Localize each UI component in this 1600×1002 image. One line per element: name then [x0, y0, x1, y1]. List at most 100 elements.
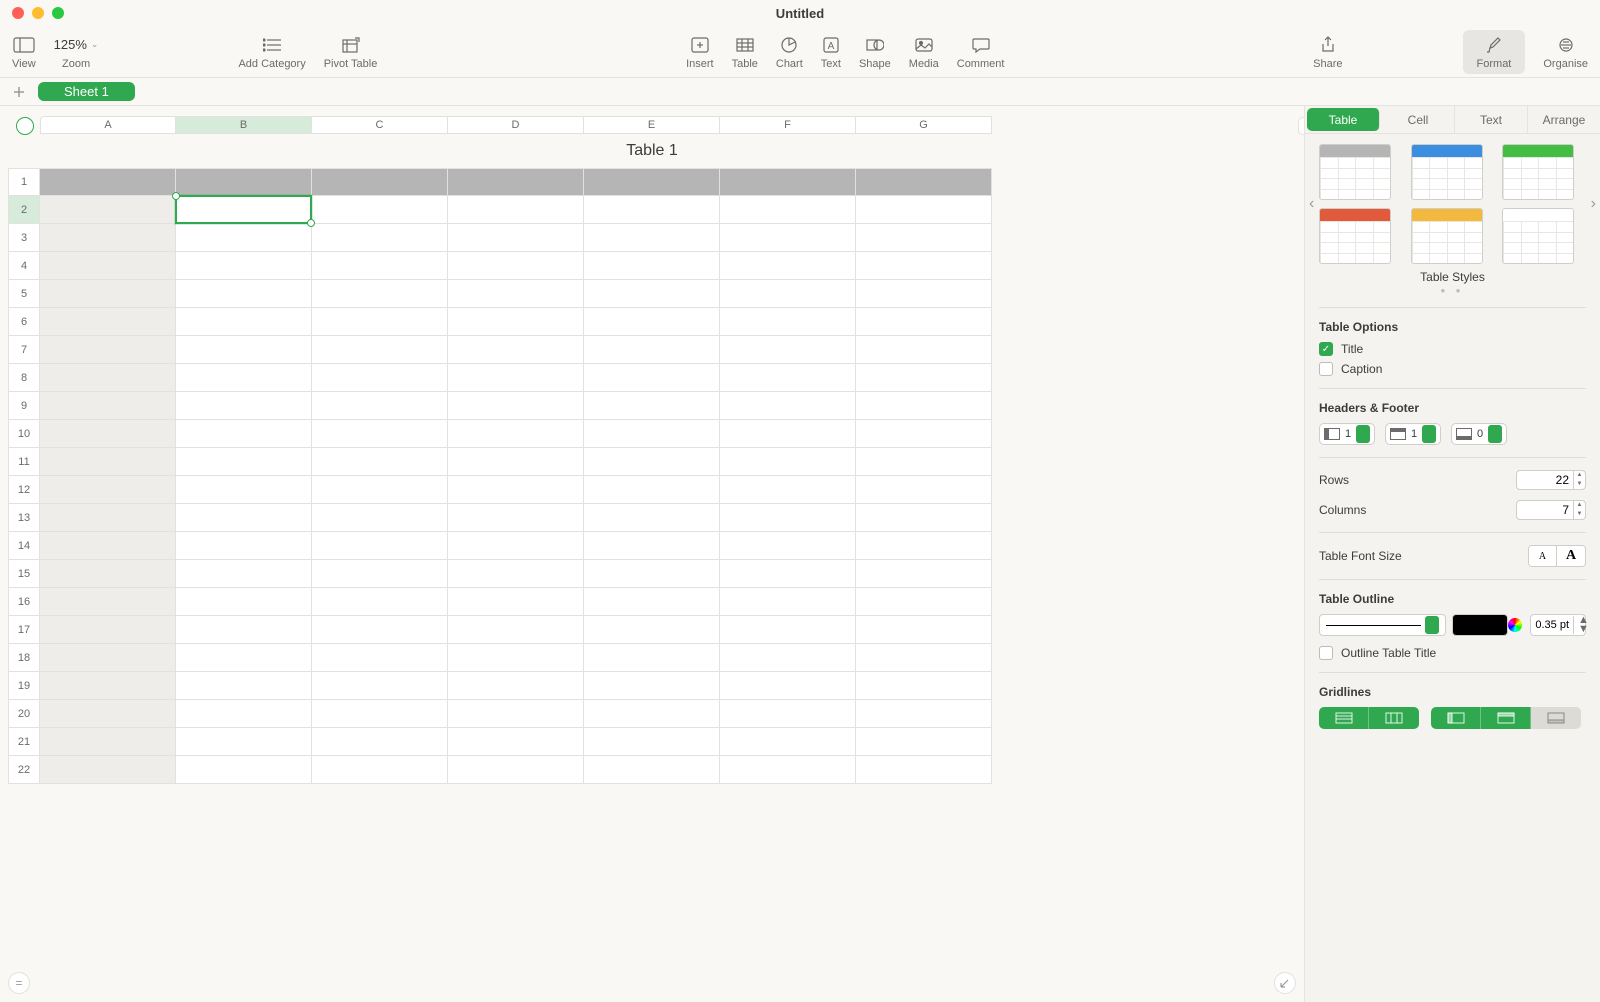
cell[interactable]	[176, 672, 312, 700]
cell[interactable]	[448, 420, 584, 448]
row-header-8[interactable]: 8	[8, 364, 40, 392]
title-checkbox[interactable]: ✓	[1319, 342, 1333, 356]
spreadsheet-canvas[interactable]: ABCDEFG‖ Table 1 12345678910111213141516…	[0, 106, 1304, 1002]
cell[interactable]	[448, 504, 584, 532]
outline-style-dropdown[interactable]	[1319, 614, 1446, 636]
column-header-A[interactable]: A	[40, 116, 176, 134]
font-size-smaller-button[interactable]: A	[1529, 546, 1557, 566]
row-header-20[interactable]: 20	[8, 700, 40, 728]
cell[interactable]	[312, 700, 448, 728]
cell[interactable]	[448, 756, 584, 784]
cell[interactable]	[584, 420, 720, 448]
cell[interactable]	[40, 224, 176, 252]
table-style-4[interactable]	[1411, 208, 1483, 264]
cell[interactable]	[40, 252, 176, 280]
format-button[interactable]: Format	[1463, 30, 1526, 74]
cell[interactable]	[176, 364, 312, 392]
cell[interactable]	[40, 644, 176, 672]
cell[interactable]	[312, 336, 448, 364]
gridlines-body-vertical-button[interactable]	[1369, 707, 1419, 729]
up-arrow-icon[interactable]: ▲	[1574, 501, 1585, 510]
row-header-17[interactable]: 17	[8, 616, 40, 644]
column-header-F[interactable]: F	[720, 116, 856, 134]
cell[interactable]	[720, 532, 856, 560]
cell[interactable]	[720, 280, 856, 308]
cell[interactable]	[312, 532, 448, 560]
font-size-larger-button[interactable]: A	[1557, 546, 1585, 566]
cell[interactable]	[40, 196, 176, 224]
organise-button[interactable]: Organise	[1543, 34, 1588, 70]
cell[interactable]	[856, 644, 992, 672]
cell[interactable]	[584, 672, 720, 700]
cell[interactable]	[312, 672, 448, 700]
cell[interactable]	[720, 224, 856, 252]
cell[interactable]	[448, 532, 584, 560]
cell[interactable]	[312, 196, 448, 224]
cell[interactable]	[720, 616, 856, 644]
cell[interactable]	[40, 756, 176, 784]
cell[interactable]	[584, 560, 720, 588]
down-arrow-icon[interactable]: ▼	[1574, 510, 1585, 519]
row-header-21[interactable]: 21	[8, 728, 40, 756]
row-header-2[interactable]: 2	[8, 196, 40, 224]
cell[interactable]	[176, 280, 312, 308]
cell[interactable]	[856, 448, 992, 476]
cell[interactable]	[720, 700, 856, 728]
row-header-18[interactable]: 18	[8, 644, 40, 672]
cell[interactable]	[720, 448, 856, 476]
gridlines-header-row-button[interactable]	[1481, 707, 1531, 729]
cell[interactable]	[40, 728, 176, 756]
row-header-3[interactable]: 3	[8, 224, 40, 252]
cell[interactable]	[312, 224, 448, 252]
cell[interactable]	[312, 756, 448, 784]
cell[interactable]	[312, 364, 448, 392]
row-header-10[interactable]: 10	[8, 420, 40, 448]
view-button[interactable]: View	[12, 34, 36, 70]
row-header-12[interactable]: 12	[8, 476, 40, 504]
add-category-button[interactable]: Add Category	[238, 34, 305, 70]
cell[interactable]	[448, 224, 584, 252]
cell[interactable]	[40, 616, 176, 644]
cell[interactable]	[40, 392, 176, 420]
close-window-button[interactable]	[12, 7, 24, 19]
text-button[interactable]: A Text	[821, 34, 841, 70]
table-title[interactable]: Table 1	[8, 142, 1296, 160]
cell[interactable]	[856, 532, 992, 560]
cell[interactable]	[856, 336, 992, 364]
styles-next-button[interactable]: ›	[1591, 195, 1596, 213]
cell[interactable]	[176, 616, 312, 644]
table-style-5[interactable]	[1502, 208, 1574, 264]
cell[interactable]	[856, 728, 992, 756]
cell[interactable]	[856, 560, 992, 588]
cell[interactable]	[856, 616, 992, 644]
cell[interactable]	[312, 644, 448, 672]
cell[interactable]	[448, 476, 584, 504]
cell[interactable]	[448, 588, 584, 616]
cell[interactable]	[176, 168, 312, 196]
table-origin-handle[interactable]	[16, 117, 34, 135]
footer-rows-stepper[interactable]: 0	[1451, 423, 1507, 445]
inspector-tab-cell[interactable]: Cell	[1382, 106, 1455, 133]
row-header-6[interactable]: 6	[8, 308, 40, 336]
cell[interactable]	[312, 392, 448, 420]
cell[interactable]	[720, 252, 856, 280]
cell[interactable]	[312, 168, 448, 196]
add-sheet-button[interactable]	[8, 81, 30, 103]
cell[interactable]	[584, 364, 720, 392]
cell[interactable]	[448, 364, 584, 392]
cell[interactable]	[40, 448, 176, 476]
gridlines-body-horizontal-button[interactable]	[1319, 707, 1369, 729]
cell[interactable]	[720, 476, 856, 504]
cell[interactable]	[448, 728, 584, 756]
cell[interactable]	[448, 308, 584, 336]
cell[interactable]	[40, 168, 176, 196]
cell[interactable]	[856, 364, 992, 392]
header-rows-stepper[interactable]: 1	[1385, 423, 1441, 445]
cell[interactable]	[584, 336, 720, 364]
cell[interactable]	[312, 560, 448, 588]
cell[interactable]	[584, 588, 720, 616]
table-button[interactable]: Table	[732, 34, 758, 70]
cell[interactable]	[40, 700, 176, 728]
cell[interactable]	[720, 588, 856, 616]
cell[interactable]	[176, 308, 312, 336]
